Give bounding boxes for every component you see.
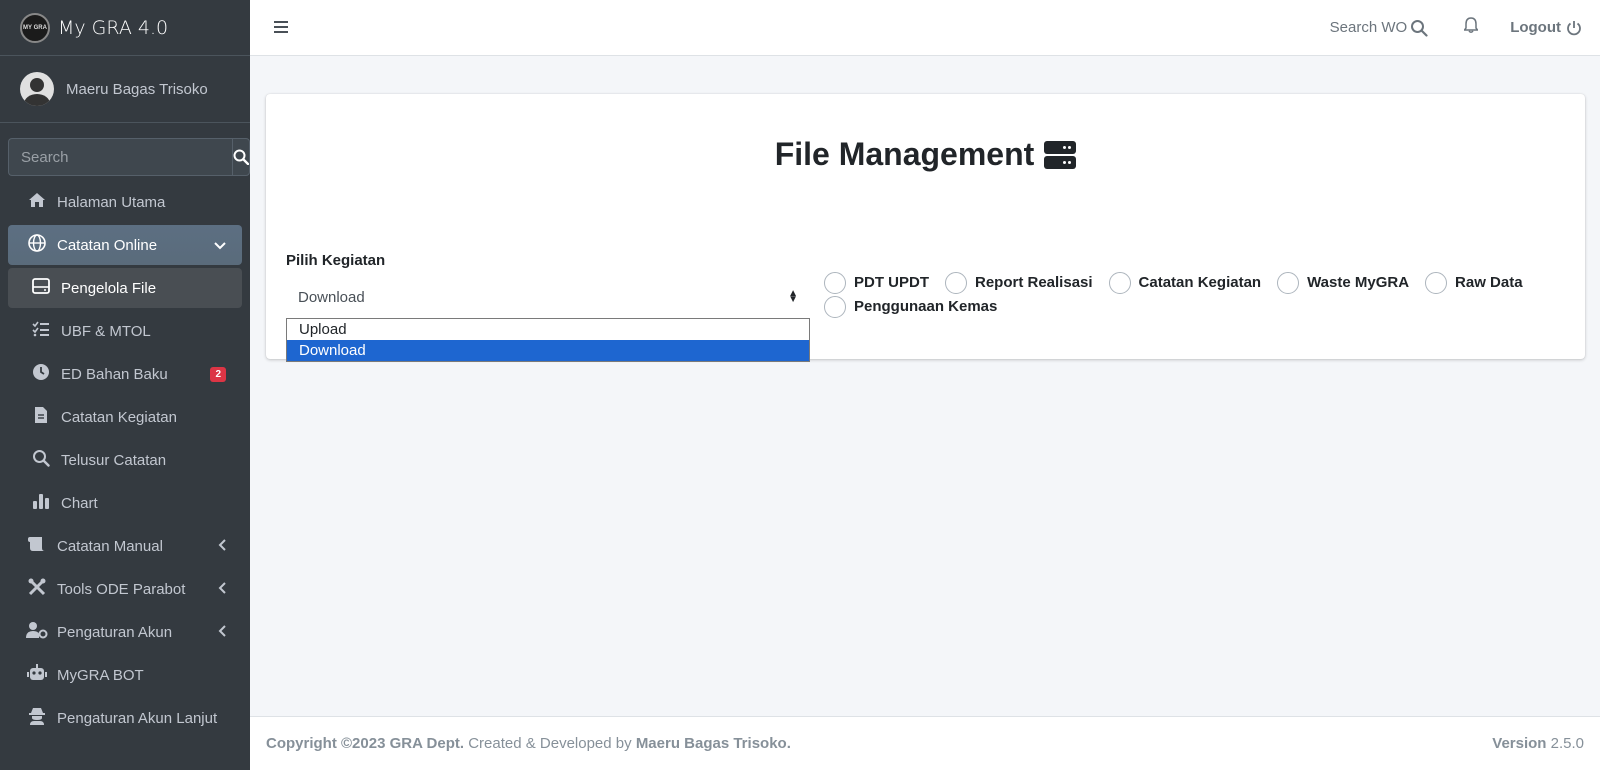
sidebar: MY GRA My GRA 4.0 Maeru Bagas Trisoko Ha…: [0, 0, 250, 770]
sidebar-item-chart[interactable]: Chart: [8, 483, 242, 523]
chevron-down-icon: [214, 237, 226, 253]
sidebar-item-catatan-online[interactable]: Catatan Online: [8, 225, 242, 265]
power-icon: [1567, 20, 1581, 35]
sidebar-item-ubf-mtol[interactable]: UBF & MTOL: [8, 311, 242, 351]
option-download[interactable]: Download: [287, 340, 809, 361]
brand-logo: MY GRA: [20, 12, 50, 43]
brand-title: My GRA 4.0: [58, 16, 169, 39]
sidebar-item-pengaturan-akun[interactable]: Pengaturan Akun: [8, 612, 242, 652]
sidebar-item-pengaturan-akun-lanjut[interactable]: Pengaturan Akun Lanjut: [8, 698, 242, 738]
sidebar-item-label: Chart: [61, 494, 98, 512]
radio-raw-data[interactable]: Raw Data: [1425, 271, 1523, 294]
radio-button[interactable]: [1425, 271, 1448, 294]
user-name: Maeru Bagas Trisoko: [66, 80, 208, 98]
page-title-text: File Management: [774, 136, 1035, 172]
menu-toggle-icon[interactable]: [274, 16, 288, 39]
file-management-card: File Management Pilih Kegiatan Download …: [266, 94, 1585, 362]
tools-icon: [26, 578, 48, 601]
logout-button[interactable]: Logout: [1510, 19, 1582, 36]
sidebar-item-label: Catatan Manual: [57, 537, 163, 555]
sidebar-item-pengelola-file[interactable]: Pengelola File: [8, 268, 242, 308]
search-wo[interactable]: Search WO: [1330, 19, 1429, 37]
sidebar-item-label: Halaman Utama: [57, 193, 166, 211]
file-text-icon: [30, 406, 52, 429]
sidebar-item-label: Tools ODE Parabot: [57, 580, 186, 598]
sidebar-search-button[interactable]: [232, 138, 250, 176]
logout-label: Logout: [1510, 19, 1561, 36]
radio-button[interactable]: [824, 271, 846, 294]
radio-button[interactable]: [945, 271, 967, 294]
user-cog-icon: [26, 621, 48, 644]
sidebar-search-input[interactable]: [8, 138, 232, 176]
select-value: Download: [298, 288, 365, 306]
chevron-left-icon: [218, 624, 226, 640]
footer-version: Version 2.5.0: [1492, 735, 1584, 752]
sidebar-item-halaman-utama[interactable]: Halaman Utama: [8, 182, 242, 222]
search-icon: [30, 449, 52, 472]
clock-icon: [30, 363, 52, 386]
search-icon: [1411, 19, 1428, 37]
footer-created: Created & Developed by: [464, 735, 636, 752]
sidebar-item-label: Telusur Catatan: [61, 451, 167, 469]
scroll-icon: [26, 536, 48, 557]
user-panel[interactable]: Maeru Bagas Trisoko: [0, 56, 250, 123]
file-type-radio-group: PDT UPDT Report Realisasi Catatan Kegiat…: [824, 271, 1544, 320]
footer-credits: Copyright ©2023 GRA Dept. Created & Deve…: [266, 735, 791, 752]
radio-waste-mygra[interactable]: Waste MyGRA: [1277, 271, 1409, 294]
sidebar-item-label: ED Bahan Baku: [61, 365, 168, 383]
option-upload[interactable]: Upload: [287, 319, 809, 340]
sidebar-item-tools-ode-parabot[interactable]: Tools ODE Parabot: [8, 569, 242, 609]
sidebar-item-label: UBF & MTOL: [61, 322, 151, 340]
robot-icon: [26, 663, 48, 687]
top-navbar: Search WO Logout: [250, 0, 1600, 56]
radio-report-realisasi[interactable]: Report Realisasi: [945, 271, 1093, 294]
sidebar-item-telusur-catatan[interactable]: Telusur Catatan: [8, 440, 242, 480]
search-icon: [233, 149, 249, 165]
avatar: [20, 72, 54, 106]
top-right-controls: Search WO Logout: [1330, 17, 1600, 38]
radio-button[interactable]: [1277, 271, 1300, 294]
sidebar-item-catatan-manual[interactable]: Catatan Manual: [8, 526, 242, 566]
sidebar-nav: Halaman Utama Catatan Online Pengelola F…: [0, 182, 250, 738]
footer-author: Maeru Bagas Trisoko.: [635, 735, 791, 752]
footer-copyright: Copyright ©2023 GRA Dept.: [266, 735, 465, 752]
list-check-icon: [30, 321, 52, 342]
kegiatan-dropdown-list: Upload Download: [286, 318, 810, 362]
chevron-left-icon: [218, 581, 226, 597]
sidebar-item-label: Catatan Online: [57, 236, 158, 254]
sidebar-item-label: Catatan Kegiatan: [61, 408, 177, 426]
sidebar-item-label: Pengaturan Akun: [57, 623, 173, 641]
server-icon: [1044, 140, 1077, 170]
radio-button[interactable]: [1108, 271, 1131, 294]
version-label: Version: [1492, 735, 1547, 752]
radio-button[interactable]: [824, 295, 846, 318]
user-secret-icon: [26, 707, 48, 730]
chevron-left-icon: [218, 538, 226, 554]
sidebar-search: [8, 138, 250, 176]
sidebar-item-label: MyGRA BOT: [57, 666, 144, 684]
sidebar-item-catatan-kegiatan[interactable]: Catatan Kegiatan: [8, 397, 242, 437]
radio-pdt-updt[interactable]: PDT UPDT: [824, 271, 929, 294]
bar-chart-icon: [30, 493, 52, 514]
version-number: 2.5.0: [1546, 735, 1584, 752]
brand-link[interactable]: MY GRA My GRA 4.0: [0, 0, 250, 56]
kegiatan-label: Pilih Kegiatan: [286, 252, 386, 269]
search-wo-label: Search WO: [1329, 19, 1408, 36]
notification-badge: 2: [210, 366, 226, 382]
globe-icon: [26, 233, 48, 257]
sidebar-item-ed-bahan-baku[interactable]: ED Bahan Baku 2: [8, 354, 242, 394]
sidebar-item-label: Pengaturan Akun Lanjut: [57, 709, 218, 727]
bell-icon[interactable]: [1463, 17, 1480, 38]
page-title: File Management: [266, 136, 1585, 173]
sort-icon: ▲ ▼: [788, 288, 798, 305]
sidebar-item-mygra-bot[interactable]: MyGRA BOT: [8, 655, 242, 695]
radio-catatan-kegiatan[interactable]: Catatan Kegiatan: [1108, 271, 1261, 294]
kegiatan-select[interactable]: Download ▲ ▼: [286, 286, 810, 308]
sidebar-item-label: Pengelola File: [61, 279, 157, 297]
hdd-icon: [30, 277, 52, 299]
footer: Copyright ©2023 GRA Dept. Created & Deve…: [250, 716, 1600, 770]
home-icon: [26, 192, 48, 213]
radio-penggunaan-kemas[interactable]: Penggunaan Kemas: [824, 295, 997, 318]
